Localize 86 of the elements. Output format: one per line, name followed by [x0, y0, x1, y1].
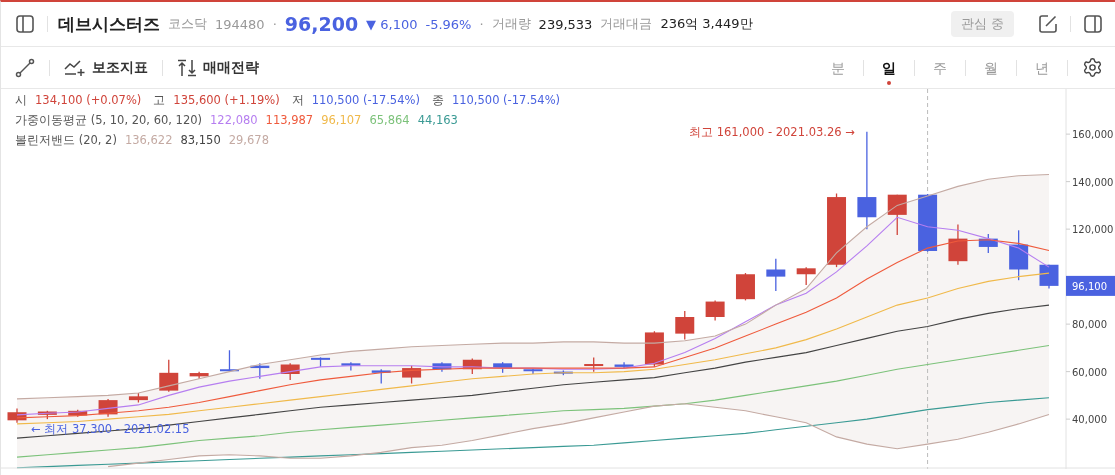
- bollinger-band-value: 83,150: [180, 133, 221, 148]
- axis-label: 80,000: [1072, 319, 1107, 331]
- candle: [796, 266, 816, 286]
- indicator-icon: [64, 58, 86, 77]
- moving-average-value: 122,080: [210, 113, 258, 128]
- candle: [735, 272, 755, 302]
- candle: [159, 359, 179, 393]
- stock-code: 194480: [215, 16, 265, 32]
- ohlc-value: 135,600 (+1.19%): [173, 93, 280, 108]
- candle: [250, 362, 270, 380]
- candle: [462, 357, 482, 375]
- period-tab[interactable]: 년: [1029, 55, 1055, 86]
- candle: [523, 368, 543, 375]
- bollinger-band-value: 136,622: [124, 133, 173, 148]
- candle: [766, 258, 786, 292]
- price-change: ▼ 6,100: [366, 16, 418, 32]
- candle: [1009, 229, 1029, 281]
- candle: [675, 310, 695, 341]
- candle: [311, 356, 331, 368]
- candle: [280, 362, 300, 381]
- stock-name: 데브시스터즈: [58, 12, 160, 36]
- volume-label: 거래량: [491, 15, 531, 33]
- price-tag: 96,100: [1066, 275, 1115, 296]
- moving-average-value: 113,987: [265, 113, 314, 128]
- ohlc-label: 저: [291, 93, 304, 108]
- ohlc-label: 고: [153, 93, 166, 108]
- candle: [493, 361, 513, 374]
- axis-label: 40,000: [1072, 414, 1107, 426]
- candle: [128, 392, 148, 404]
- moving-average-label: 가중이동평균 (5, 10, 20, 60, 120): [15, 113, 203, 128]
- candle: [7, 407, 27, 424]
- ohlc-value: 110,500 (-17.54%): [451, 93, 561, 108]
- axis-label: 160,000: [1072, 129, 1114, 141]
- moving-average-value: 44,163: [417, 113, 458, 128]
- candle: [705, 299, 725, 322]
- ohlc-label: 종: [431, 93, 444, 108]
- period-tab[interactable]: 일: [876, 55, 902, 86]
- candle: [37, 410, 57, 420]
- sidebar-icon: [15, 14, 35, 34]
- watchlist-button[interactable]: 관심 중: [950, 11, 1014, 37]
- trade-value: 236억 3,449만: [660, 15, 753, 33]
- moving-average-value: 65,864: [369, 113, 410, 128]
- ohlc-label: 시: [15, 93, 27, 108]
- edit-button[interactable]: [1036, 12, 1060, 36]
- period-tab[interactable]: 주: [927, 55, 953, 86]
- candle: [371, 368, 391, 385]
- line-tool-icon: [15, 57, 35, 78]
- candle: [584, 356, 604, 373]
- market-label: 코스닥: [168, 15, 207, 33]
- lowest-price-note: ← 최저 37,300 - 2021.02.15: [31, 421, 190, 436]
- candle: [402, 365, 422, 385]
- volume-value: 239,533: [538, 16, 593, 32]
- axis-label: 60,000: [1072, 366, 1107, 378]
- indicator-button[interactable]: 보조지표: [62, 56, 150, 79]
- period-tab[interactable]: 분: [825, 55, 851, 86]
- candle: [219, 349, 239, 373]
- ohlc-value: 134,100 (+0.07%): [35, 93, 142, 108]
- up-down-arrows-icon: [177, 58, 197, 77]
- separator: ·: [272, 16, 277, 32]
- bollinger-band-value: 29,678: [228, 133, 269, 148]
- candle: [887, 194, 907, 236]
- settings-icon: [1082, 57, 1103, 78]
- panel-toggle-button[interactable]: [1081, 12, 1105, 36]
- candle: [978, 233, 998, 254]
- axis-label: 140,000: [1072, 176, 1114, 188]
- current-price: 96,200: [284, 13, 359, 35]
- candle: [918, 193, 938, 253]
- candle: [614, 361, 634, 369]
- candle: [948, 223, 968, 266]
- candle: [432, 361, 452, 373]
- candle: [189, 371, 209, 380]
- bollinger-band-label: 볼린저밴드 (20, 2): [15, 133, 117, 148]
- separator: ·: [479, 16, 484, 32]
- ohlc-value: 110,500 (-17.54%): [311, 93, 420, 108]
- trade-value-label: 거래대금: [600, 15, 653, 33]
- sidebar-toggle-button[interactable]: [13, 12, 37, 36]
- strategy-button[interactable]: 매매전략: [175, 56, 261, 79]
- highest-price-note: 최고 161,000 - 2021.03.26 →: [689, 124, 855, 139]
- panel-icon: [1083, 14, 1103, 34]
- axis-label: 120,000: [1072, 224, 1114, 236]
- change-percent: -5.96%: [425, 16, 472, 32]
- edit-icon: [1038, 14, 1058, 34]
- candle: [341, 361, 361, 372]
- moving-average-value: 96,107: [321, 113, 362, 128]
- candle: [68, 409, 88, 418]
- period-tab[interactable]: 월: [978, 55, 1004, 86]
